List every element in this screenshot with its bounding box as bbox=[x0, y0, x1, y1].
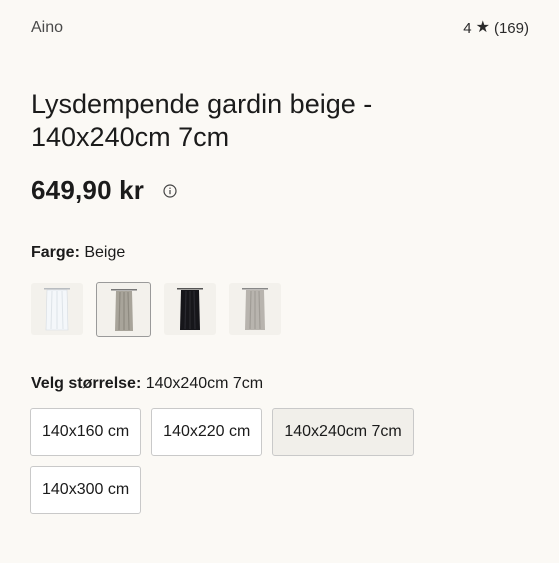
size-label-key: Velg størrelse: bbox=[31, 375, 142, 392]
header: Aino 4 ★ (169) bbox=[31, 17, 529, 39]
color-label-key: Farge: bbox=[31, 244, 80, 261]
curtain-black-icon bbox=[177, 288, 203, 330]
curtain-white-icon bbox=[44, 288, 70, 331]
size-label: Velg størrelse: 140x240cm 7cm bbox=[31, 375, 263, 393]
rating-count: (169) bbox=[493, 19, 529, 37]
color-swatch-black[interactable] bbox=[164, 283, 216, 335]
color-swatch-grey[interactable] bbox=[229, 283, 281, 335]
size-option-140x160[interactable]: 140x160 cm bbox=[30, 408, 142, 456]
size-option-140x220[interactable]: 140x220 cm bbox=[151, 408, 263, 456]
rating-value: 4 bbox=[463, 19, 472, 37]
product-price: 649,90 kr bbox=[31, 175, 145, 205]
size-options: 140x160 cm 140x220 cm 140x240cm 7cm 140x… bbox=[30, 408, 450, 514]
product-title: Lysdempende gardin beige - 140x240cm 7cm bbox=[31, 89, 373, 152]
color-swatch-beige[interactable] bbox=[96, 282, 151, 337]
curtain-grey-icon bbox=[242, 288, 268, 330]
color-swatches bbox=[31, 282, 281, 337]
info-icon[interactable] bbox=[163, 183, 177, 198]
rating[interactable]: 4 ★ (169) bbox=[463, 20, 529, 37]
size-option-140x300[interactable]: 140x300 cm bbox=[30, 466, 142, 514]
color-label-value: Beige bbox=[84, 244, 126, 261]
star-icon: ★ bbox=[475, 19, 490, 36]
curtain-beige-icon bbox=[110, 288, 137, 331]
price-row: 649,90 kr bbox=[31, 175, 177, 206]
color-label: Farge: Beige bbox=[31, 244, 125, 262]
color-swatch-white[interactable] bbox=[31, 283, 83, 335]
size-label-value: 140x240cm 7cm bbox=[145, 375, 264, 392]
brand-name[interactable]: Aino bbox=[31, 19, 63, 37]
size-option-140x240[interactable]: 140x240cm 7cm bbox=[272, 408, 414, 456]
